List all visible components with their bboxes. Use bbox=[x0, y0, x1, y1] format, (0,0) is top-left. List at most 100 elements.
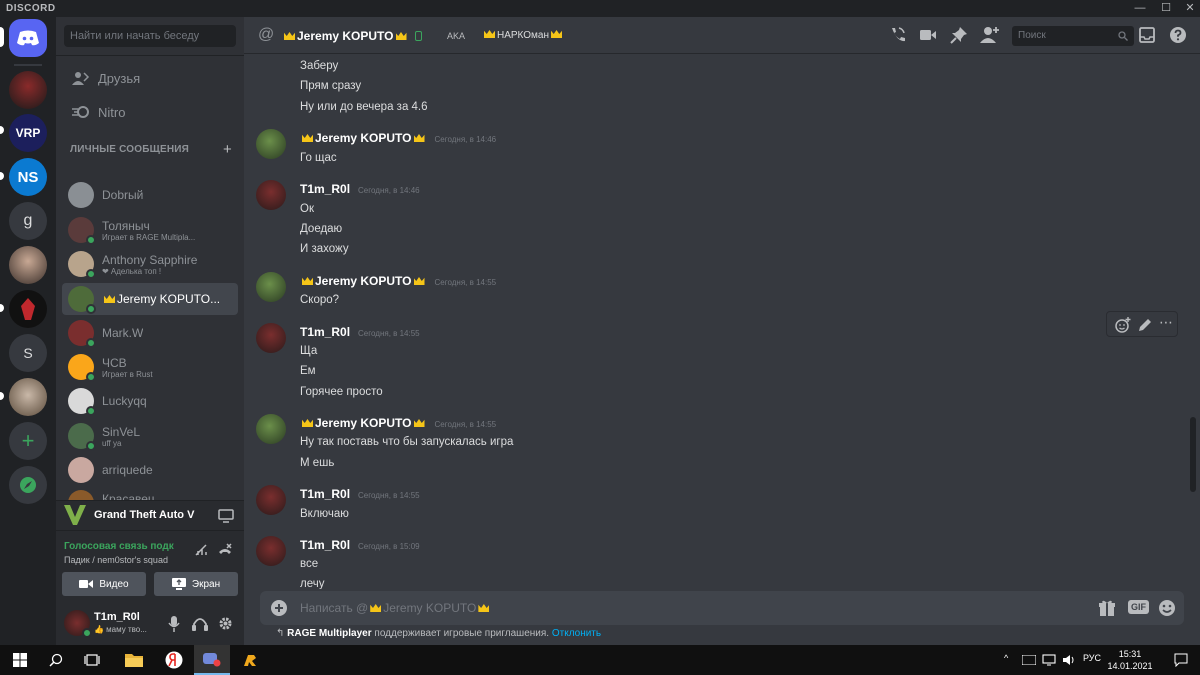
explore-servers-button[interactable] bbox=[9, 466, 47, 504]
microphone-icon[interactable] bbox=[168, 616, 180, 632]
message-author[interactable]: T1m_R0l bbox=[300, 182, 350, 196]
gif-button[interactable]: GIF bbox=[1128, 600, 1149, 614]
message-author[interactable]: T1m_R0l bbox=[300, 325, 350, 339]
headphones-icon[interactable] bbox=[192, 616, 208, 631]
dm-item[interactable]: Толяныч Играет в RAGE Multipla... bbox=[62, 214, 238, 246]
settings-gear-icon[interactable] bbox=[218, 616, 233, 631]
notifications-icon[interactable] bbox=[1174, 653, 1188, 667]
dm-item[interactable]: Mark.W bbox=[62, 317, 238, 349]
message-avatar[interactable] bbox=[256, 129, 286, 159]
message-avatar[interactable] bbox=[256, 323, 286, 353]
dm-item[interactable]: arriquede bbox=[62, 454, 238, 486]
server-avatar-2[interactable] bbox=[9, 246, 47, 284]
dm-item[interactable]: SinVeL uff ya bbox=[62, 420, 238, 452]
message-text: Го щас bbox=[300, 152, 337, 164]
chat-scrollbar[interactable] bbox=[1190, 417, 1196, 492]
message-author-name: T1m_R0l bbox=[300, 538, 351, 552]
server-ns[interactable]: NS bbox=[9, 158, 47, 196]
crown-icon bbox=[370, 604, 382, 612]
search-taskbar-button[interactable] bbox=[38, 645, 74, 675]
network-tray-icon[interactable] bbox=[1042, 654, 1056, 666]
message-author[interactable]: T1m_R0l bbox=[300, 487, 350, 501]
rage-mp-button[interactable] bbox=[232, 645, 268, 675]
task-view-button[interactable] bbox=[74, 645, 110, 675]
message-avatar[interactable] bbox=[256, 536, 286, 566]
language-indicator[interactable]: РУС bbox=[1083, 653, 1101, 663]
crown-icon bbox=[478, 604, 490, 612]
screen-icon bbox=[171, 578, 186, 590]
start-button[interactable] bbox=[2, 645, 38, 675]
edit-pencil-icon[interactable] bbox=[1138, 318, 1152, 332]
voice-channel-link[interactable]: Падик / nem0stor's squad bbox=[64, 555, 168, 565]
dm-name: Толяныч bbox=[102, 218, 150, 233]
clock[interactable]: 15:31 14.01.2021 bbox=[1105, 648, 1155, 672]
emoji-icon[interactable] bbox=[1158, 599, 1176, 617]
server-avatar-1[interactable] bbox=[9, 71, 47, 109]
dm-item[interactable]: Dobrый bbox=[62, 179, 238, 211]
yandex-browser-button[interactable] bbox=[156, 645, 192, 675]
gift-icon[interactable] bbox=[1098, 599, 1116, 617]
inbox-icon[interactable] bbox=[1137, 25, 1157, 45]
video-button[interactable]: Видео bbox=[62, 572, 146, 596]
create-dm-button[interactable]: + bbox=[223, 141, 232, 158]
dm-item[interactable]: Jeremy KOPUTO... bbox=[62, 283, 238, 315]
message-author[interactable]: Jeremy KOPUTO bbox=[300, 274, 427, 288]
message-avatar[interactable] bbox=[256, 485, 286, 515]
server-s[interactable]: S bbox=[9, 334, 47, 372]
server-vrp[interactable]: VRP bbox=[9, 114, 47, 152]
more-options-icon[interactable]: ⋯ bbox=[1159, 314, 1173, 331]
keyboard-tray-icon[interactable] bbox=[1022, 655, 1036, 665]
discord-taskbar-button[interactable] bbox=[194, 645, 230, 675]
home-button[interactable] bbox=[9, 19, 47, 57]
minimize-button[interactable]: — bbox=[1128, 0, 1152, 17]
user-avatar[interactable] bbox=[64, 610, 92, 638]
message-author[interactable]: Jeremy KOPUTO bbox=[300, 131, 427, 145]
online-status-icon bbox=[86, 235, 96, 245]
file-explorer-button[interactable] bbox=[116, 645, 152, 675]
voice-call-icon[interactable] bbox=[888, 25, 908, 45]
screen-share-icon[interactable] bbox=[218, 509, 234, 523]
sidebar-item-nitro[interactable]: Nitro bbox=[64, 97, 236, 127]
message-text: все bbox=[300, 558, 319, 570]
crown-icon bbox=[413, 134, 425, 142]
decline-invite-link[interactable]: Отклонить bbox=[552, 628, 601, 639]
message-avatar[interactable] bbox=[256, 272, 286, 302]
disconnect-icon[interactable] bbox=[218, 543, 232, 557]
help-icon[interactable] bbox=[1168, 25, 1188, 45]
gta-v-icon bbox=[64, 505, 86, 525]
message-avatar[interactable] bbox=[256, 180, 286, 210]
sidebar-item-friends[interactable]: Друзья bbox=[64, 63, 236, 93]
dm-item[interactable]: Anthony Sapphire ❤ Аделька топ ! bbox=[62, 248, 238, 280]
message-author[interactable]: T1m_R0l bbox=[300, 538, 350, 552]
message-avatar[interactable] bbox=[256, 414, 286, 444]
server-avatar-3[interactable] bbox=[9, 290, 47, 328]
volume-tray-icon[interactable] bbox=[1062, 654, 1076, 666]
message-header: T1m_R0l Сегодня, в 15:09 bbox=[300, 538, 420, 552]
find-conversation-input[interactable]: Найти или начать беседу bbox=[64, 25, 236, 47]
screen-button[interactable]: Экран bbox=[154, 572, 238, 596]
video-call-icon[interactable] bbox=[918, 25, 938, 45]
dm-avatar bbox=[68, 251, 96, 279]
add-friends-to-dm-icon[interactable] bbox=[980, 25, 1000, 45]
dm-item[interactable]: Luckyqq bbox=[62, 385, 238, 417]
maximize-button[interactable]: ☐ bbox=[1154, 0, 1178, 17]
upload-plus-icon[interactable] bbox=[270, 599, 288, 617]
direct-messages-header: ЛИЧНЫЕ СООБЩЕНИЯ + bbox=[70, 141, 232, 158]
message-timestamp: Сегодня, в 14:46 bbox=[434, 135, 497, 144]
noise-suppression-icon[interactable] bbox=[194, 543, 208, 557]
close-button[interactable]: ✕ bbox=[1178, 0, 1200, 17]
message-composer[interactable]: Написать @ Jeremy KOPUTO GIF bbox=[260, 591, 1184, 625]
add-server-button[interactable]: + bbox=[9, 422, 47, 460]
server-g[interactable]: g bbox=[9, 202, 47, 240]
message-author[interactable]: Jeremy KOPUTO bbox=[300, 416, 427, 430]
dm-activity: uff ya bbox=[102, 438, 122, 448]
add-reaction-icon[interactable] bbox=[1115, 317, 1131, 333]
tray-chevron-icon[interactable]: ^ bbox=[1004, 653, 1008, 663]
camera-icon bbox=[79, 580, 94, 588]
pinned-messages-icon[interactable] bbox=[949, 25, 969, 45]
unread-indicator bbox=[0, 392, 4, 400]
friends-label: Друзья bbox=[98, 70, 141, 86]
server-avatar-4[interactable] bbox=[9, 378, 47, 416]
dm-item[interactable]: ЧСВ Играет в Rust bbox=[62, 351, 238, 383]
chat-search-input[interactable]: Поиск bbox=[1012, 26, 1134, 46]
